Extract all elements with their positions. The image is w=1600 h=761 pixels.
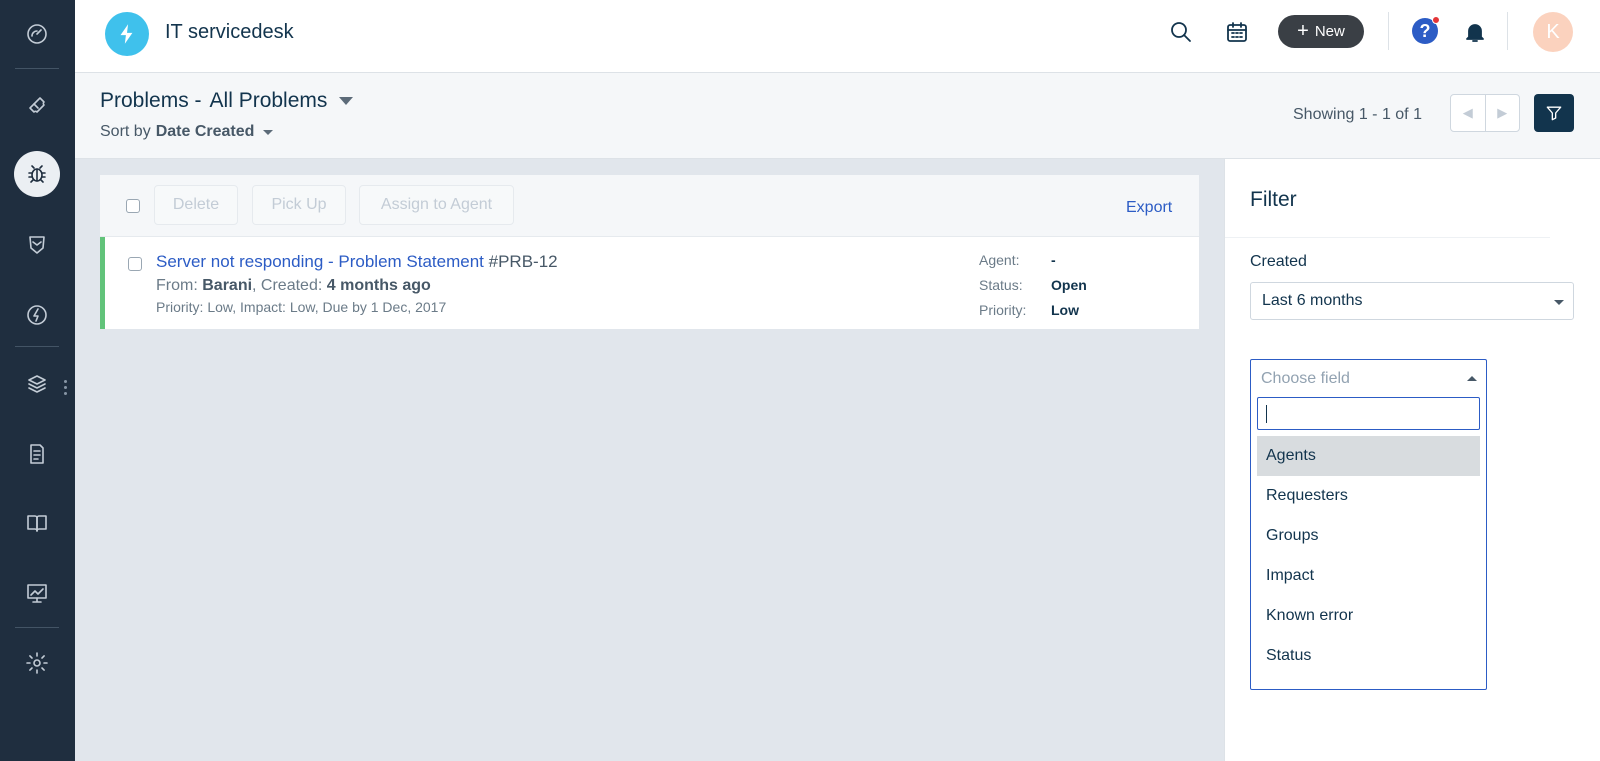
option-status[interactable]: Status — [1257, 636, 1480, 676]
shield-icon[interactable] — [17, 225, 57, 265]
view-dropdown-icon[interactable] — [339, 97, 354, 105]
book-icon[interactable] — [17, 503, 57, 543]
option-impact[interactable]: Impact — [1257, 556, 1480, 596]
option-groups[interactable]: Groups — [1257, 516, 1480, 556]
choose-field-placeholder[interactable]: Choose field — [1251, 360, 1486, 397]
search-icon[interactable] — [1167, 18, 1195, 46]
sort-value: Date Created — [155, 123, 255, 140]
avatar[interactable]: K — [1533, 12, 1573, 52]
assign-to-agent-button[interactable]: Assign to Agent — [359, 185, 514, 225]
new-button-label: New — [1314, 23, 1345, 40]
filter-divider — [1225, 237, 1550, 238]
topbar-divider — [1388, 12, 1389, 50]
prev-page-icon[interactable]: ◀ — [1451, 95, 1486, 131]
pagination-summary: Showing 1 - 1 of 1 — [1293, 106, 1422, 123]
sidebar-divider — [15, 68, 59, 69]
brand-logo-icon[interactable] — [105, 12, 149, 56]
priority-label: Priority: — [979, 301, 1027, 318]
option-requesters[interactable]: Requesters — [1257, 476, 1480, 516]
lightning-icon[interactable] — [17, 295, 57, 335]
ticket-id: #PRB-12 — [488, 252, 558, 271]
dashboard-icon[interactable] — [17, 14, 57, 54]
notification-dot — [1432, 16, 1440, 24]
sort-dropdown-icon[interactable] — [263, 129, 274, 135]
agent-label: Agent: — [979, 251, 1020, 268]
created-select[interactable]: Last 6 months — [1250, 282, 1574, 320]
agent-value[interactable]: - — [1051, 252, 1056, 268]
select-all-checkbox[interactable] — [126, 199, 140, 213]
page-title[interactable]: Problems - All Problems — [100, 89, 354, 113]
created-time: 4 months ago — [326, 277, 431, 294]
delete-button[interactable]: Delete — [154, 185, 238, 225]
calendar-icon[interactable] — [1223, 18, 1251, 46]
export-link[interactable]: Export — [1126, 199, 1172, 217]
chevron-up-icon — [1467, 376, 1477, 381]
row-checkbox[interactable] — [128, 257, 142, 271]
next-page-icon[interactable]: ▶ — [1486, 95, 1520, 131]
bell-icon[interactable] — [1461, 18, 1489, 46]
chart-icon[interactable] — [17, 573, 57, 613]
filter-title: Filter — [1250, 188, 1297, 211]
pick-up-button[interactable]: Pick Up — [252, 185, 346, 225]
help-icon[interactable]: ? — [1412, 16, 1440, 44]
page-header: Problems - All Problems Sort by Date Cre… — [75, 73, 1600, 159]
document-icon[interactable] — [17, 434, 57, 474]
ticket-subject[interactable]: Server not responding - Problem Statemen… — [156, 252, 558, 272]
sort-prefix: Sort by — [100, 123, 151, 140]
ticket-requester-line: From: Barani, Created: 4 months ago — [156, 277, 431, 294]
app-title: IT servicedesk — [165, 21, 294, 43]
new-button[interactable]: + New — [1278, 15, 1364, 48]
priority-value[interactable]: Low — [1051, 302, 1079, 318]
filter-icon — [1546, 106, 1562, 121]
module-name: Problems - — [100, 89, 202, 112]
choose-field-dropdown[interactable]: Choose field Agents Requesters Groups Im… — [1250, 359, 1487, 690]
top-bar: IT servicedesk + New ? K — [75, 0, 1600, 73]
created-label: Created — [1250, 253, 1307, 270]
plus-icon: + — [1297, 19, 1309, 42]
ticket-icon[interactable] — [17, 85, 57, 125]
sidebar-more-icon[interactable] — [62, 380, 68, 395]
sidebar-divider — [15, 627, 59, 628]
status-label: Status: — [979, 276, 1023, 293]
requester-name: Barani — [202, 277, 253, 294]
table-row[interactable]: Server not responding - Problem Statemen… — [100, 237, 1199, 329]
field-search-input[interactable] — [1257, 397, 1480, 430]
option-known-error[interactable]: Known error — [1257, 596, 1480, 636]
filter-notch — [1517, 147, 1535, 157]
chevron-down-icon — [1554, 300, 1564, 305]
layers-icon[interactable] — [17, 364, 57, 404]
filter-toggle-button[interactable] — [1534, 94, 1574, 132]
view-name: All Problems — [209, 89, 328, 112]
status-value[interactable]: Open — [1051, 277, 1087, 293]
gear-icon[interactable] — [17, 643, 57, 683]
topbar-divider — [1507, 12, 1508, 50]
option-agents[interactable]: Agents — [1257, 436, 1480, 476]
sidebar — [0, 0, 75, 761]
pagination-controls: ◀ ▶ — [1450, 94, 1520, 132]
ticket-meta: Priority: Low, Impact: Low, Due by 1 Dec… — [156, 299, 447, 315]
filter-panel: Filter Created Last 6 months Choose fiel… — [1224, 159, 1600, 761]
sidebar-divider — [15, 346, 59, 347]
bug-icon[interactable] — [14, 151, 60, 197]
ticket-properties: Agent: - Status: Open Priority: Low — [979, 247, 1087, 322]
field-options-list: Agents Requesters Groups Impact Known er… — [1257, 436, 1480, 676]
sort-selector[interactable]: Sort by Date Created — [100, 123, 274, 141]
bulk-action-toolbar: Delete Pick Up Assign to Agent Export — [100, 175, 1199, 237]
text-cursor — [1266, 405, 1267, 423]
